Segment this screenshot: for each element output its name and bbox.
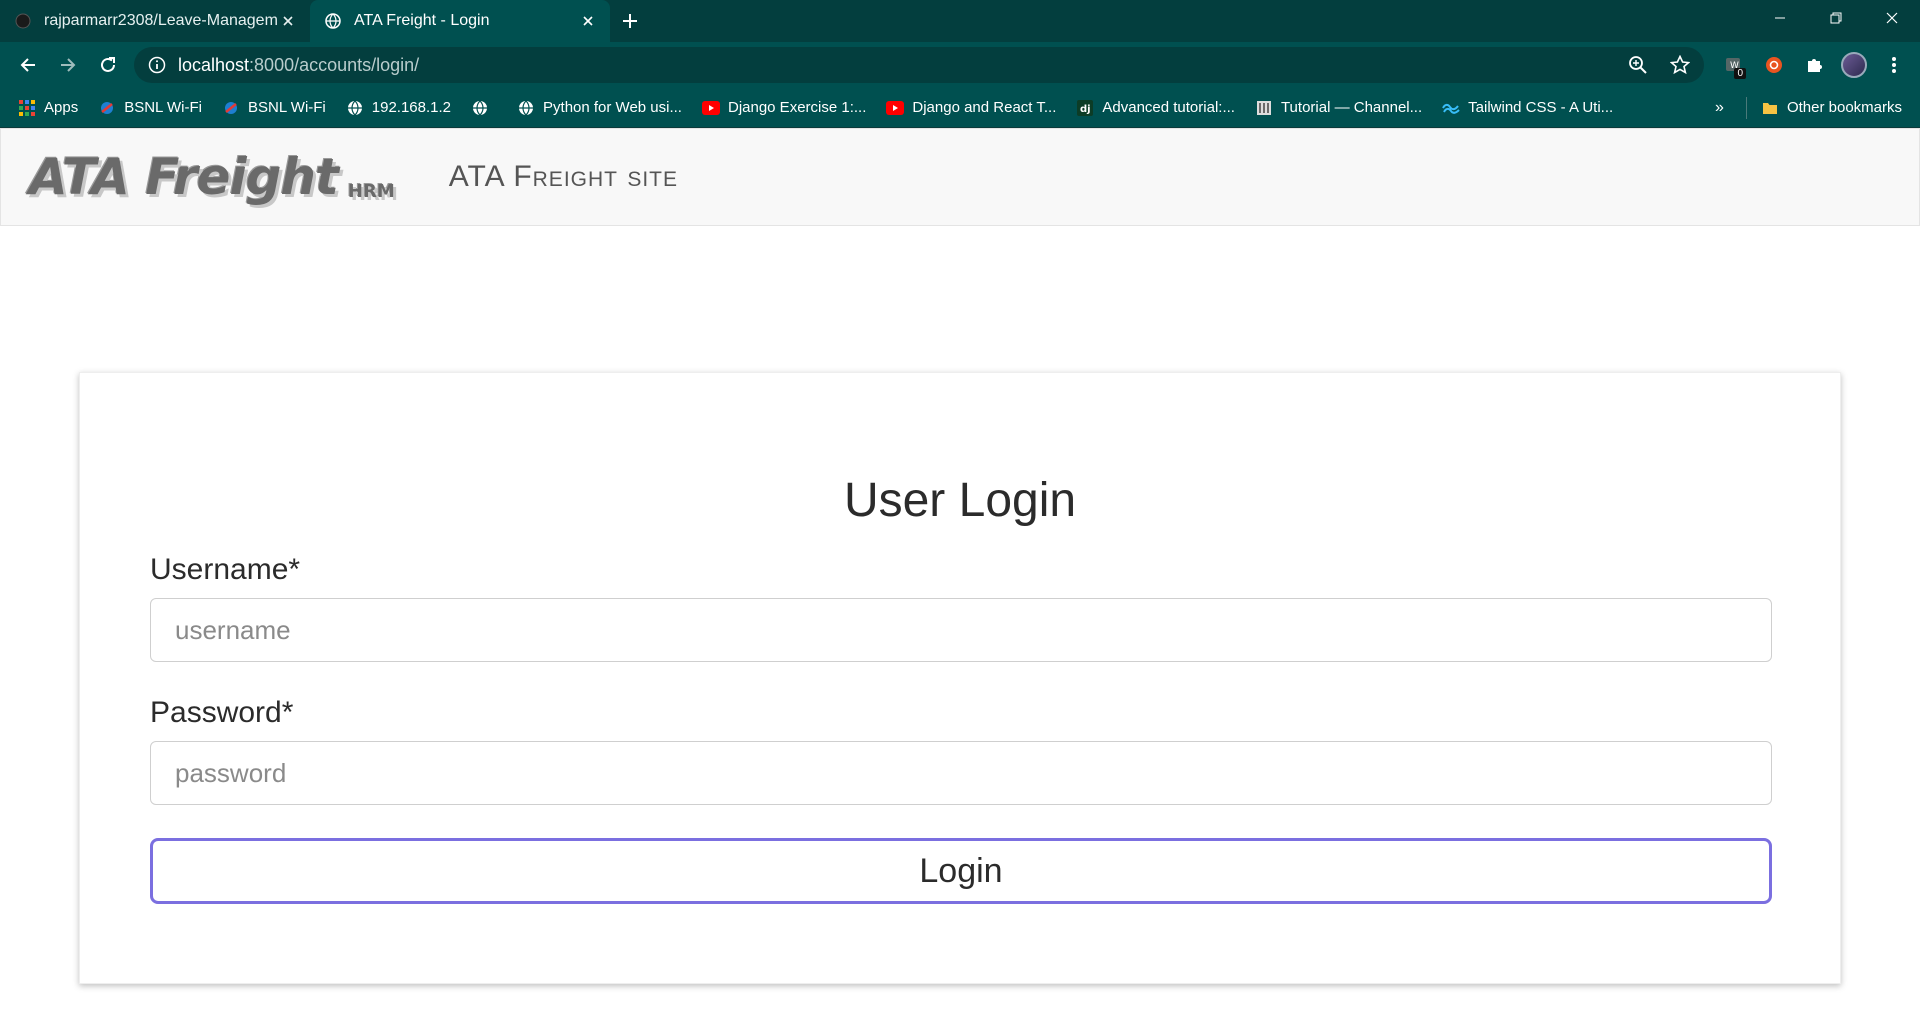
youtube-icon	[701, 99, 720, 117]
back-icon[interactable]	[8, 45, 48, 85]
bookmark-advanced-tutorial[interactable]: dj Advanced tutorial:...	[1076, 99, 1235, 117]
puzzle-icon[interactable]	[1796, 47, 1832, 83]
page-content: User Login Username* Password* Login	[0, 226, 1920, 1030]
tab-title: ATA Freight - Login	[354, 12, 490, 29]
bookmark-python[interactable]: Python for Web usi...	[517, 99, 682, 117]
extension-badge: 0	[1734, 68, 1746, 79]
close-tab-icon[interactable]	[580, 13, 596, 29]
forward-icon[interactable]	[48, 45, 88, 85]
bookmark-django-exercise[interactable]: Django Exercise 1:...	[701, 99, 867, 117]
bsnl-icon	[98, 99, 116, 117]
close-tab-icon[interactable]	[280, 13, 296, 29]
info-icon[interactable]	[148, 56, 166, 74]
bookmark-label: Other bookmarks	[1786, 99, 1902, 116]
github-icon	[14, 12, 32, 30]
bookmark-label: Apps	[44, 99, 79, 116]
bookmark-bsnl-1[interactable]: BSNL Wi-Fi	[98, 99, 202, 117]
restore-icon[interactable]	[1808, 0, 1864, 36]
youtube-icon	[886, 99, 905, 117]
divider	[1745, 96, 1747, 119]
bookmark-label: Django and React T...	[912, 99, 1057, 116]
logo-main-text: ATA Freight	[29, 148, 339, 206]
globe-icon	[324, 12, 342, 30]
bookmark-tailwind[interactable]: Tailwind CSS - A Uti...	[1442, 99, 1613, 117]
bookmark-django-react[interactable]: Django and React T...	[886, 99, 1056, 117]
bookmarks-bar: Apps BSNL Wi-Fi BSNL Wi-Fi 192.168.1.2 P…	[0, 88, 1920, 128]
bookmark-label: Tutorial — Channel...	[1280, 99, 1423, 116]
site-title-link[interactable]: ATA Freight site	[449, 160, 678, 194]
bsnl-icon	[222, 99, 240, 117]
ubuntu-extension-icon[interactable]	[1756, 47, 1792, 83]
username-input[interactable]	[150, 598, 1772, 662]
other-bookmarks-folder[interactable]: Other bookmarks	[1761, 99, 1902, 117]
bookmark-globe[interactable]	[471, 99, 497, 117]
extension-icon[interactable]: W 0	[1716, 47, 1752, 83]
url-host: localhost	[178, 54, 250, 75]
bookmark-channels-tutorial[interactable]: Tutorial — Channel...	[1255, 99, 1422, 117]
bookmark-label: BSNL Wi-Fi	[124, 99, 202, 116]
logo-sub-text: HRM	[347, 181, 395, 202]
bookmark-label: Tailwind CSS - A Uti...	[1468, 99, 1614, 116]
bookmarks-overflow-button[interactable]: »	[1715, 99, 1724, 117]
password-label: Password*	[150, 696, 294, 729]
browser-tab-strip: rajparmarr2308/Leave-Managem ATA Freight…	[0, 0, 1920, 42]
bookmark-apps[interactable]: Apps	[18, 99, 78, 117]
tab-title: rajparmarr2308/Leave-Managem	[44, 12, 278, 29]
django-icon: dj	[1076, 99, 1094, 117]
browser-toolbar: localhost:8000/accounts/login/ W 0	[0, 42, 1920, 88]
bookmark-label: BSNL Wi-Fi	[247, 99, 326, 116]
zoom-icon[interactable]	[1628, 55, 1648, 75]
globe-icon	[517, 99, 535, 117]
url-path: :8000/accounts/login/	[249, 54, 420, 75]
tab-login[interactable]: ATA Freight - Login	[310, 0, 610, 42]
folder-icon	[1761, 99, 1779, 117]
bookmark-label: 192.168.1.2	[371, 99, 452, 116]
page-title: User Login	[843, 474, 1077, 527]
password-input[interactable]	[150, 741, 1772, 805]
bookmark-star-icon[interactable]	[1670, 55, 1690, 75]
bookmark-label: Python for Web usi...	[543, 99, 682, 116]
username-label: Username*	[150, 553, 301, 586]
reload-icon[interactable]	[88, 45, 128, 85]
menu-kebab-icon[interactable]	[1876, 47, 1912, 83]
login-card: User Login Username* Password* Login	[79, 372, 1841, 984]
bookmark-ip[interactable]: 192.168.1.2	[346, 99, 451, 117]
tab-github[interactable]: rajparmarr2308/Leave-Managem	[0, 0, 310, 42]
minimize-icon[interactable]	[1752, 0, 1808, 36]
window-controls	[1752, 0, 1920, 36]
extensions-area: W 0	[1716, 47, 1912, 83]
bookmark-label: Django Exercise 1:...	[727, 99, 867, 116]
book-icon	[1255, 99, 1273, 117]
site-navbar: ATA Freight HRM ATA Freight site	[0, 128, 1920, 226]
login-button[interactable]: Login	[150, 838, 1772, 904]
svg-text:dj: dj	[1080, 104, 1091, 115]
bookmarks-right: » Other bookmarks	[1715, 96, 1910, 119]
globe-icon	[471, 99, 489, 117]
profile-avatar[interactable]	[1836, 47, 1872, 83]
bookmark-label: Advanced tutorial:...	[1102, 99, 1235, 116]
avatar	[1841, 52, 1867, 78]
tailwind-icon	[1442, 99, 1460, 117]
address-bar[interactable]: localhost:8000/accounts/login/	[134, 47, 1704, 83]
apps-grid-icon	[18, 99, 36, 117]
close-window-icon[interactable]	[1864, 0, 1920, 36]
globe-icon	[346, 99, 364, 117]
new-tab-button[interactable]	[610, 0, 650, 42]
bookmark-bsnl-2[interactable]: BSNL Wi-Fi	[222, 99, 326, 117]
site-logo[interactable]: ATA Freight HRM	[29, 148, 395, 206]
